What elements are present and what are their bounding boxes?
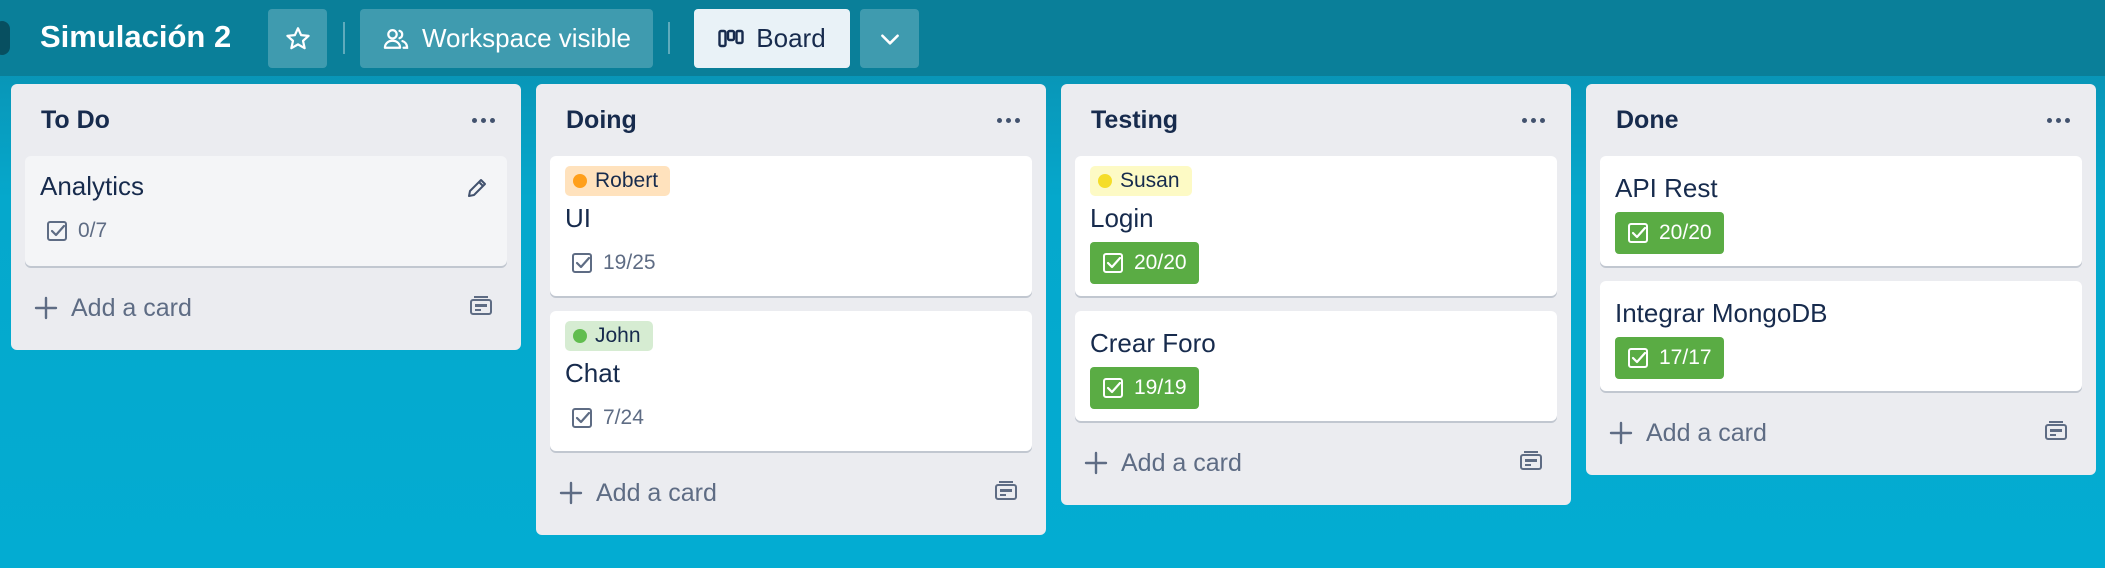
chevron-down-icon bbox=[877, 26, 903, 52]
plus-icon bbox=[1604, 416, 1638, 450]
board-icon bbox=[718, 28, 744, 50]
add-card-label: Add a card bbox=[71, 293, 192, 322]
card[interactable]: Susan Login 20/20 bbox=[1075, 156, 1557, 296]
card-title: UI bbox=[565, 203, 591, 233]
card-title: Login bbox=[1090, 203, 1154, 233]
checklist-count: 20/20 bbox=[1134, 251, 1187, 274]
checklist-icon bbox=[46, 220, 68, 242]
card-title: Integrar MongoDB bbox=[1615, 298, 1828, 328]
card-title: Crear Foro bbox=[1090, 328, 1216, 358]
list-menu-button[interactable] bbox=[992, 107, 1024, 133]
checklist-count: 20/20 bbox=[1659, 221, 1712, 244]
checklist-badge: 7/24 bbox=[565, 397, 656, 439]
card-label[interactable]: Susan bbox=[1090, 166, 1192, 196]
checklist-count: 19/19 bbox=[1134, 376, 1187, 399]
header-divider bbox=[343, 22, 345, 54]
checklist-badge: 0/7 bbox=[40, 210, 119, 252]
card[interactable]: Robert UI 19/25 bbox=[550, 156, 1032, 296]
board-view-label: Board bbox=[756, 23, 826, 53]
list-header: Doing bbox=[536, 84, 1046, 156]
checklist-icon bbox=[571, 407, 593, 429]
card-list: Robert UI 19/25 John Chat 7/24 bbox=[536, 156, 1046, 451]
board-title[interactable]: Simulación 2 bbox=[40, 17, 231, 57]
label-text: Robert bbox=[595, 169, 659, 192]
list-menu-button[interactable] bbox=[1517, 107, 1549, 133]
label-dot-icon bbox=[573, 329, 587, 343]
add-card-button[interactable]: Add a card bbox=[550, 451, 1032, 535]
checklist-badge: 20/20 bbox=[1615, 212, 1724, 254]
people-icon bbox=[382, 25, 410, 53]
checklist-icon bbox=[1102, 252, 1124, 274]
checklist-icon bbox=[1102, 377, 1124, 399]
add-card-label: Add a card bbox=[1646, 418, 1767, 447]
card[interactable]: Analytics 0/7 bbox=[25, 156, 507, 266]
label-dot-icon bbox=[1098, 174, 1112, 188]
board-header: Simulación 2 Workspace visible Board bbox=[0, 0, 2105, 76]
card-list: Analytics 0/7 bbox=[11, 156, 521, 266]
add-card-button[interactable]: Add a card bbox=[1075, 421, 1557, 505]
card-template-icon[interactable] bbox=[2044, 421, 2068, 448]
label-text: Susan bbox=[1120, 169, 1180, 192]
add-card-label: Add a card bbox=[596, 478, 717, 507]
list-header: Testing bbox=[1061, 84, 1571, 156]
list-doing: Doing Robert UI 19/25 John Chat 7/24 Add… bbox=[536, 84, 1046, 535]
list-testing: Testing Susan Login 20/20 Crear Foro 19/… bbox=[1061, 84, 1571, 505]
card-list: API Rest 20/20 Integrar MongoDB 17/17 bbox=[1586, 156, 2096, 391]
list-header: Done bbox=[1586, 84, 2096, 156]
card[interactable]: API Rest 20/20 bbox=[1600, 156, 2082, 266]
visibility-button[interactable]: Workspace visible bbox=[360, 9, 653, 68]
checklist-badge: 20/20 bbox=[1090, 242, 1199, 284]
visibility-label: Workspace visible bbox=[421, 23, 632, 53]
list-menu-button[interactable] bbox=[467, 107, 499, 133]
card-template-icon[interactable] bbox=[1519, 451, 1543, 478]
sidebar-toggle[interactable] bbox=[0, 21, 10, 55]
card-list: Susan Login 20/20 Crear Foro 19/19 bbox=[1061, 156, 1571, 421]
checklist-count: 7/24 bbox=[603, 406, 644, 429]
card[interactable]: Integrar MongoDB 17/17 bbox=[1600, 281, 2082, 391]
card-template-icon[interactable] bbox=[469, 296, 493, 323]
switch-view-button[interactable] bbox=[860, 9, 919, 68]
checklist-badge: 17/17 bbox=[1615, 337, 1724, 379]
card-label[interactable]: John bbox=[565, 321, 653, 351]
label-text: John bbox=[595, 324, 641, 347]
checklist-count: 19/25 bbox=[603, 251, 656, 274]
checklist-count: 0/7 bbox=[78, 219, 108, 242]
card-title: Chat bbox=[565, 358, 620, 388]
star-button[interactable] bbox=[268, 9, 327, 68]
list-title[interactable]: Done bbox=[1616, 102, 1679, 138]
checklist-badge: 19/19 bbox=[1090, 367, 1199, 409]
list-title[interactable]: Doing bbox=[566, 102, 637, 138]
board-view-button[interactable]: Board bbox=[694, 9, 850, 68]
add-card-label: Add a card bbox=[1121, 448, 1242, 477]
list-header: To Do bbox=[11, 84, 521, 156]
star-icon bbox=[284, 25, 312, 53]
list-menu-button[interactable] bbox=[2042, 107, 2074, 133]
list-done: Done API Rest 20/20 Integrar MongoDB 17/… bbox=[1586, 84, 2096, 475]
card-label[interactable]: Robert bbox=[565, 166, 671, 196]
card-title: Analytics bbox=[40, 171, 145, 201]
header-divider bbox=[668, 22, 670, 54]
checklist-count: 17/17 bbox=[1659, 346, 1712, 369]
list-title[interactable]: To Do bbox=[41, 102, 110, 138]
checklist-icon bbox=[571, 252, 593, 274]
list-to-do: To Do Analytics 0/7 Add a card bbox=[11, 84, 521, 350]
card[interactable]: John Chat 7/24 bbox=[550, 311, 1032, 451]
label-dot-icon bbox=[573, 174, 587, 188]
plus-icon bbox=[1079, 446, 1113, 480]
list-title[interactable]: Testing bbox=[1091, 102, 1178, 138]
card-title: API Rest bbox=[1615, 173, 1718, 203]
plus-icon bbox=[29, 291, 63, 325]
pencil-icon[interactable] bbox=[465, 176, 489, 205]
checklist-icon bbox=[1627, 347, 1649, 369]
plus-icon bbox=[554, 476, 588, 510]
card[interactable]: Crear Foro 19/19 bbox=[1075, 311, 1557, 421]
checklist-badge: 19/25 bbox=[565, 242, 668, 284]
checklist-icon bbox=[1627, 222, 1649, 244]
add-card-button[interactable]: Add a card bbox=[25, 266, 507, 350]
add-card-button[interactable]: Add a card bbox=[1600, 391, 2082, 475]
card-template-icon[interactable] bbox=[994, 481, 1018, 508]
